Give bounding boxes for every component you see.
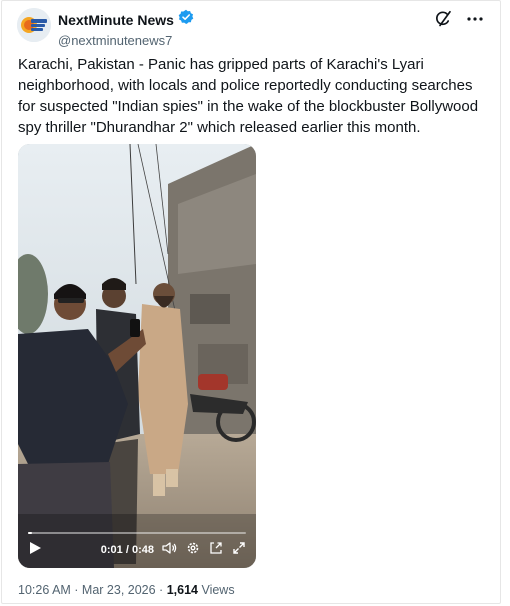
video-progress-bar[interactable]: [28, 532, 246, 534]
video-current-time: 0:01: [100, 544, 123, 556]
video-time: 0:01 / 0:48: [101, 544, 154, 556]
logo-icon: [17, 8, 51, 42]
fullscreen-icon[interactable]: [232, 541, 246, 560]
post-timestamp[interactable]: 10:26 AM · Mar 23, 2026 ·: [18, 583, 167, 597]
video-progress-fill: [28, 532, 33, 534]
video-duration: 0:48: [131, 544, 154, 556]
author-name[interactable]: NextMinute News: [58, 12, 174, 28]
views-count: 1,614: [166, 583, 198, 597]
post-meta: 10:26 AM · Mar 23, 2026 · 1,614 Views: [18, 583, 235, 597]
verified-badge-icon: [178, 9, 194, 30]
popout-icon[interactable]: [209, 541, 223, 560]
settings-icon[interactable]: [186, 541, 200, 560]
video-frame: [18, 144, 256, 568]
grok-icon[interactable]: [434, 10, 452, 33]
volume-icon[interactable]: [162, 541, 177, 560]
more-icon[interactable]: [466, 10, 484, 33]
video-controls: 0:01 / 0:48: [18, 522, 256, 568]
author-handle[interactable]: @nextminutenews7: [58, 33, 194, 48]
views-label: Views: [197, 583, 235, 597]
video-player[interactable]: 0:01 / 0:48: [18, 144, 256, 568]
avatar[interactable]: [17, 8, 51, 42]
play-icon[interactable]: [28, 541, 42, 560]
post-text: Karachi, Pakistan - Panic has gripped pa…: [18, 56, 479, 136]
video-time-separator: /: [122, 544, 132, 556]
author-block: NextMinute News @nextminutenews7: [58, 9, 194, 48]
post-card: NextMinute News @nextminutenews7 Karachi…: [1, 0, 501, 604]
